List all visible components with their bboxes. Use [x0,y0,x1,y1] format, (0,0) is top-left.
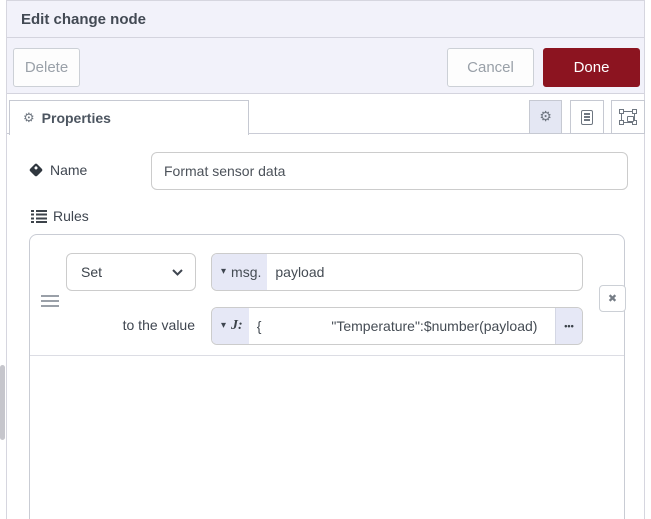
rule-delete-button[interactable]: ✖ [599,285,626,312]
appearance-tab-button[interactable] [611,100,645,134]
rules-label: Rules [53,208,89,224]
caret-down-icon: ▾ [221,267,226,277]
rules-section-label: Rules [31,208,89,224]
name-field-label: Name [31,162,87,178]
delete-button[interactable]: Delete [13,48,80,87]
edit-change-node-dialog: Edit change node Delete Cancel Done ⚙ Pr… [6,0,645,519]
property-type-button[interactable]: ▾ msg. [212,254,267,290]
ellipsis-icon: ••• [564,321,573,331]
dialog-title: Edit change node [7,11,146,28]
rule-property-typed-input: ▾ msg. [211,253,583,291]
tab-properties-label: Properties [42,110,111,126]
description-tab-button[interactable] [570,100,604,134]
property-input[interactable] [267,254,582,290]
to-the-value-label: to the value [50,317,195,333]
screen: Edit change node Delete Cancel Done ⚙ Pr… [0,0,651,519]
caret-down-icon: ▾ [221,321,226,331]
cancel-button[interactable]: Cancel [447,48,534,87]
property-type-label: msg. [231,264,261,280]
close-icon: ✖ [608,293,617,304]
tag-icon [29,163,43,177]
value-type-button[interactable]: ▾ J: [212,308,249,344]
tab-bar: ⚙ Properties ⚙ [7,94,644,134]
rules-list-icon [31,210,47,223]
dialog-header: Edit change node [7,1,644,38]
tab-properties[interactable]: ⚙ Properties [9,100,249,135]
document-icon [581,110,593,125]
done-button[interactable]: Done [543,48,640,87]
gear-icon: ⚙ [539,110,552,124]
rule-action-select[interactable]: Set [66,253,196,291]
name-input[interactable] [151,152,628,190]
properties-tab-button[interactable]: ⚙ [529,100,562,134]
jsonata-type-label: J: [231,318,243,334]
rules-list: Set ▾ msg. ✖ to the value [29,234,625,519]
expand-expression-button[interactable]: ••• [555,308,582,344]
expression-input[interactable] [249,308,582,344]
chevron-down-icon [172,269,183,276]
rule-action-value: Set [81,264,172,280]
drag-handle-icon[interactable] [41,295,59,307]
appearance-icon [620,110,636,124]
rule-divider [30,355,624,356]
left-scrollbar-thumb[interactable] [0,365,5,440]
name-label: Name [50,162,87,178]
dialog-toolbar: Delete Cancel Done [7,38,644,94]
gear-icon: ⚙ [23,112,35,125]
rule-value-typed-input: ▾ J: ••• [211,307,583,345]
